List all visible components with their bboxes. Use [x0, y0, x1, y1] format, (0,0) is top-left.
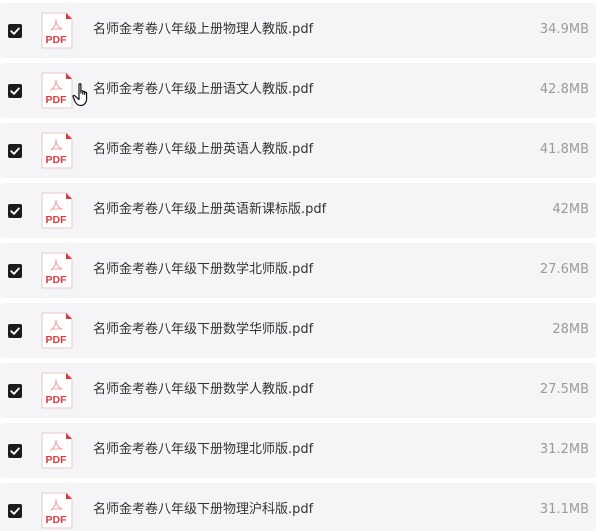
file-row[interactable]: PDF 名师金考卷八年级上册语文人教版.pdf 42.8MB — [0, 63, 596, 118]
pdf-label: PDF — [46, 394, 68, 406]
file-name: 名师金考卷八年级下册数学北师版.pdf — [93, 262, 314, 277]
checkbox-checked-icon[interactable] — [8, 384, 22, 398]
file-name: 名师金考卷八年级下册数学人教版.pdf — [93, 382, 314, 397]
file-size: 42MB — [552, 202, 589, 217]
file-row[interactable]: PDF 名师金考卷八年级上册英语人教版.pdf 41.8MB — [0, 123, 596, 178]
file-size: 41.8MB — [539, 142, 589, 157]
checkbox-checked-icon[interactable] — [8, 324, 22, 338]
checkbox-checked-icon[interactable] — [8, 264, 22, 278]
file-name: 名师金考卷八年级下册物理沪科版.pdf — [93, 502, 314, 517]
pdf-file-icon: PDF — [41, 492, 73, 529]
file-row[interactable]: PDF 名师金考卷八年级下册物理北师版.pdf 31.2MB — [0, 423, 596, 478]
file-row[interactable]: PDF 名师金考卷八年级下册物理沪科版.pdf 31.1MB — [0, 483, 596, 531]
file-list: PDF 名师金考卷八年级上册物理人教版.pdf 34.9MB PDF 名师金考卷八年级上… — [0, 0, 596, 531]
file-size: 31.2MB — [539, 442, 589, 457]
file-row[interactable]: PDF 名师金考卷八年级下册数学人教版.pdf 27.5MB — [0, 363, 596, 418]
file-row[interactable]: PDF 名师金考卷八年级上册物理人教版.pdf 34.9MB — [0, 3, 596, 58]
file-name: 名师金考卷八年级上册物理人教版.pdf — [93, 22, 314, 37]
file-name: 名师金考卷八年级下册物理北师版.pdf — [93, 442, 314, 457]
pdf-file-icon: PDF — [41, 132, 73, 169]
file-size: 27.6MB — [539, 262, 589, 277]
pdf-file-icon: PDF — [41, 312, 73, 349]
file-name: 名师金考卷八年级上册英语新课标版.pdf — [93, 202, 327, 217]
pdf-label: PDF — [46, 94, 68, 106]
file-name: 名师金考卷八年级下册数学华师版.pdf — [93, 322, 314, 337]
pdf-label: PDF — [46, 154, 68, 166]
file-name: 名师金考卷八年级上册语文人教版.pdf — [93, 82, 314, 97]
pdf-label: PDF — [46, 274, 68, 286]
file-size: 34.9MB — [539, 22, 589, 37]
pdf-file-icon: PDF — [41, 192, 73, 229]
checkbox-checked-icon[interactable] — [8, 204, 22, 218]
pdf-label: PDF — [46, 34, 68, 46]
pdf-label: PDF — [46, 454, 68, 466]
file-row[interactable]: PDF 名师金考卷八年级下册数学华师版.pdf 28MB — [0, 303, 596, 358]
file-size: 31.1MB — [539, 502, 589, 517]
checkbox-checked-icon[interactable] — [8, 84, 22, 98]
pdf-file-icon: PDF — [41, 372, 73, 409]
pdf-file-icon: PDF — [41, 432, 73, 469]
pdf-label: PDF — [46, 214, 68, 226]
checkbox-checked-icon[interactable] — [8, 24, 22, 38]
file-size: 28MB — [552, 322, 589, 337]
pdf-label: PDF — [46, 514, 68, 526]
file-row[interactable]: PDF 名师金考卷八年级下册数学北师版.pdf 27.6MB — [0, 243, 596, 298]
file-size: 27.5MB — [539, 382, 589, 397]
pdf-file-icon: PDF — [41, 12, 73, 49]
file-name: 名师金考卷八年级上册英语人教版.pdf — [93, 142, 314, 157]
checkbox-checked-icon[interactable] — [8, 504, 22, 518]
file-size: 42.8MB — [539, 82, 589, 97]
checkbox-checked-icon[interactable] — [8, 144, 22, 158]
pdf-file-icon: PDF — [41, 72, 73, 109]
pdf-file-icon: PDF — [41, 252, 73, 289]
pdf-label: PDF — [46, 334, 68, 346]
file-row[interactable]: PDF 名师金考卷八年级上册英语新课标版.pdf 42MB — [0, 183, 596, 238]
checkbox-checked-icon[interactable] — [8, 444, 22, 458]
